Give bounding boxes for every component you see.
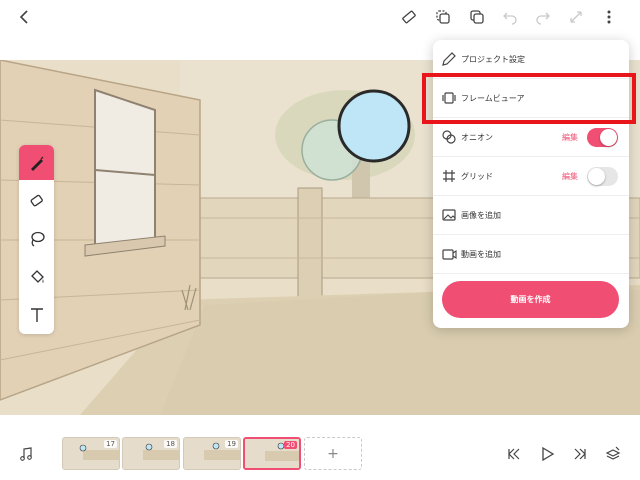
- first-frame-button[interactable]: [503, 443, 525, 465]
- copy-frame-icon: [436, 10, 450, 24]
- tool-palette: [19, 145, 54, 334]
- layers-button[interactable]: [602, 443, 624, 465]
- transform-icon: [570, 11, 582, 23]
- menu-item-label: プロジェクト設定: [461, 54, 525, 64]
- more-menu-button[interactable]: [598, 6, 620, 28]
- fill-bucket-icon: [30, 269, 44, 283]
- play-icon: [542, 446, 555, 462]
- lasso-tool[interactable]: [19, 221, 54, 256]
- grid-icon: [441, 168, 457, 184]
- grid-toggle[interactable]: [587, 166, 618, 186]
- menu-item-add-video[interactable]: 動画を追加: [433, 235, 629, 274]
- layers-icon: [605, 446, 621, 460]
- paste-frame-icon: [470, 10, 484, 24]
- pencil-icon: [441, 51, 457, 67]
- timeline-frame[interactable]: 19: [183, 437, 241, 470]
- timeline-frame[interactable]: 18: [122, 437, 180, 470]
- frame-number: 19: [225, 440, 238, 448]
- last-frame-button[interactable]: [569, 443, 591, 465]
- menu-item-add-image[interactable]: 画像を追加: [433, 196, 629, 235]
- ruler-button[interactable]: [398, 6, 420, 28]
- toggle-knob: [600, 128, 617, 146]
- video-add-icon: [441, 246, 457, 262]
- menu-item-label: オニオン: [461, 132, 493, 142]
- create-video-button[interactable]: 動画を作成: [442, 281, 619, 318]
- copy-frame-button[interactable]: [432, 6, 454, 28]
- frame-number: 17: [104, 440, 117, 448]
- grid-edit-link[interactable]: 編集: [562, 171, 578, 182]
- menu-item-label: 画像を追加: [461, 210, 501, 220]
- text-tool[interactable]: [19, 297, 54, 332]
- chevron-left-icon: [19, 10, 28, 24]
- frame-number: 18: [164, 440, 177, 448]
- undo-button[interactable]: [499, 6, 521, 28]
- redo-button[interactable]: [532, 6, 554, 28]
- eraser-tool[interactable]: [19, 183, 54, 218]
- ruler-icon: [402, 10, 416, 24]
- paste-frame-button[interactable]: [466, 6, 488, 28]
- timeline-frame-current[interactable]: 20: [243, 437, 301, 470]
- frame-number: 20: [284, 441, 297, 449]
- pen-tool[interactable]: [19, 145, 54, 180]
- skip-forward-icon: [574, 448, 586, 460]
- play-button[interactable]: [536, 443, 558, 465]
- redo-icon: [536, 12, 550, 25]
- sound-button[interactable]: [15, 443, 37, 465]
- undo-icon: [503, 12, 517, 25]
- menu-item-label: グリッド: [461, 171, 493, 181]
- pen-icon: [30, 156, 43, 171]
- eraser-icon: [30, 194, 43, 206]
- transform-button[interactable]: [565, 6, 587, 28]
- onion-icon: [441, 129, 457, 145]
- back-button[interactable]: [14, 6, 36, 28]
- add-frame-button[interactable]: +: [304, 437, 362, 470]
- image-add-icon: [441, 207, 457, 223]
- music-note-icon: [20, 447, 32, 461]
- fill-tool[interactable]: [19, 259, 54, 294]
- onion-toggle[interactable]: [587, 127, 618, 147]
- timeline-bar: 17 18 19 20 +: [0, 415, 640, 480]
- menu-item-label: 動画を追加: [461, 249, 501, 259]
- lasso-icon: [30, 231, 45, 247]
- more-vertical-icon: [607, 10, 611, 24]
- onion-edit-link[interactable]: 編集: [562, 132, 578, 143]
- text-icon: [30, 307, 43, 322]
- skip-back-icon: [508, 448, 520, 460]
- menu-item-grid[interactable]: グリッド 編集: [433, 157, 629, 196]
- highlight-box: [422, 73, 636, 124]
- timeline-frame[interactable]: 17: [62, 437, 120, 470]
- toggle-knob: [588, 167, 605, 185]
